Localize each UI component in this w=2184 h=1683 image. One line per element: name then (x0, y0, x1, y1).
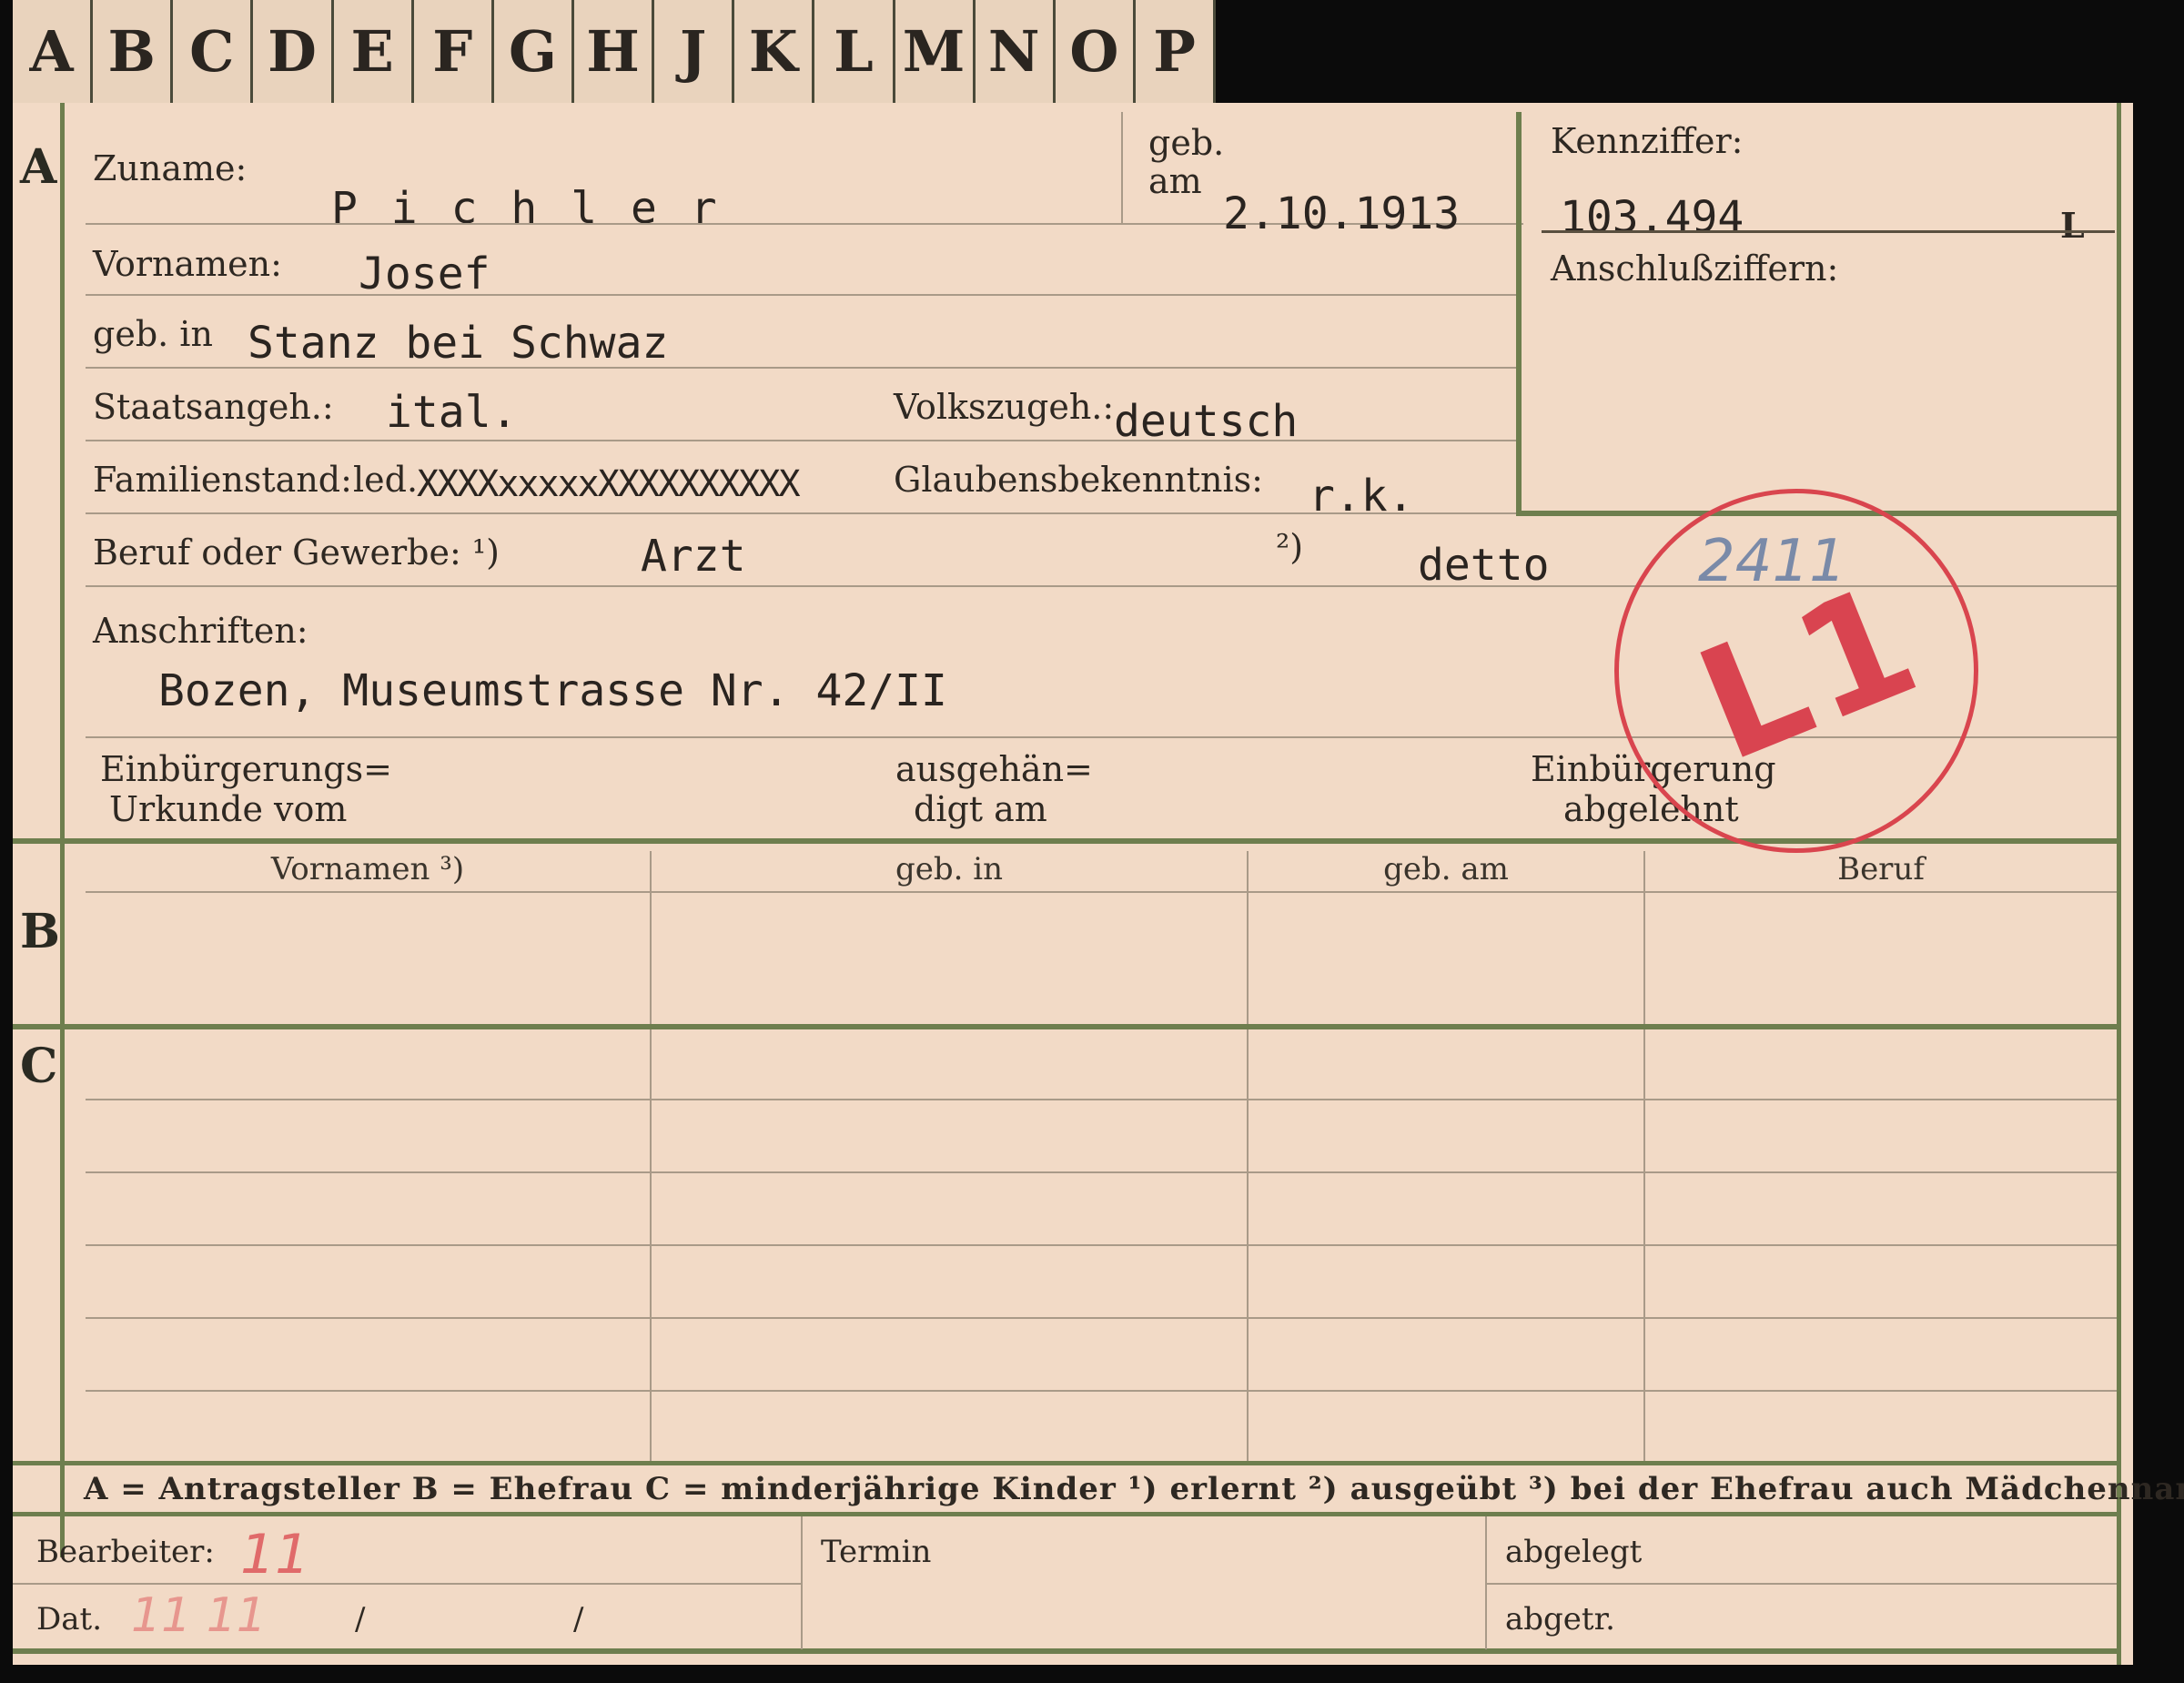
dat-scrawl: 11 11 (131, 1588, 267, 1643)
c-row-rule-3 (86, 1244, 2117, 1246)
geb-in-label: geb. in (93, 314, 213, 354)
kennziffer-label: Kennziffer: (1551, 121, 1744, 161)
kennziffer-suffix: L (2060, 205, 2085, 246)
section-mark-c: C (20, 1039, 58, 1094)
zuname-value: P i c h l e r (331, 183, 721, 234)
zuname-divider (1121, 112, 1123, 225)
anschrift-value: Bozen, Museumstrasse Nr. 42/II (158, 665, 947, 716)
tab-letter: D (253, 0, 334, 103)
abgetr-label: abgetr. (1505, 1601, 1615, 1637)
anschlussziffern-label: Anschlußziffern: (1551, 248, 1839, 289)
tab-letter: P (1136, 0, 1217, 103)
kennziffer-value: 103.494 (1560, 192, 1744, 243)
tab-letter: L (814, 0, 895, 103)
glaubensbekenntnis-label: Glaubensbekenntnis: (894, 460, 1263, 500)
footer-rule-left (13, 1583, 801, 1585)
beruf-1-value: Arzt (641, 531, 746, 582)
bearbeiter-scrawl: 11 (240, 1523, 310, 1587)
familienstand-prefix: led. (353, 460, 419, 500)
einbuergerung-label-2: Urkunde vom (109, 789, 348, 829)
frame-left-rule-a (60, 103, 65, 840)
section-b-bottom-rule (13, 1024, 2121, 1029)
dat-label: Dat. (36, 1601, 103, 1637)
kennziffer-box-left (1516, 112, 1522, 516)
tab-letter: A (13, 0, 94, 103)
vornamen-value: Josef (359, 248, 490, 299)
tab-letter: B (93, 0, 174, 103)
beruf-2-label: ²) (1276, 527, 1304, 567)
b-header-geb-am: geb. am (1383, 851, 1509, 887)
einbuergerung-label-1: Einbürgerungs= (100, 749, 392, 789)
c-row-rule-1 (86, 1099, 2117, 1100)
frame-right-rule (2117, 103, 2121, 1665)
b-header-rule (86, 891, 2117, 893)
registration-card: A Zuname: P i c h l e r geb. am 2.10.191… (13, 103, 2184, 1665)
termin-label: Termin (821, 1534, 932, 1570)
legend-bottom-rule (13, 1512, 2121, 1516)
staatsangeh-rule (86, 440, 1516, 441)
volkszugeh-label: Volkszugeh.: (894, 387, 1115, 427)
tab-letter: M (895, 0, 976, 103)
anschriften-label: Anschriften: (93, 611, 308, 651)
alphabet-tab-strip: ABCDEFGHJKLMNOP (13, 0, 1217, 106)
section-mark-b: B (20, 904, 60, 959)
geb-am-value: 2.10.1913 (1223, 188, 1461, 239)
tab-letter: E (334, 0, 414, 103)
footer-rule-right (1485, 1583, 2117, 1585)
pencil-note: 2411 (1698, 528, 1846, 595)
c-row-rule-2 (86, 1171, 2117, 1173)
c-row-rule-5 (86, 1390, 2117, 1392)
vornamen-label: Vornamen: (93, 244, 282, 284)
geb-in-value: Stanz bei Schwaz (248, 318, 669, 369)
footer-divider-1 (801, 1516, 803, 1649)
ausgehaendigt-label-1: ausgehän= (895, 749, 1093, 789)
geb-in-rule (86, 367, 1516, 369)
bearbeiter-label: Bearbeiter: (36, 1534, 215, 1570)
staatsangeh-value: ital. (386, 387, 518, 438)
geb-am-label-1: geb. (1148, 123, 1225, 163)
staatsangeh-label: Staatsangeh.: (93, 387, 334, 427)
dat-slash-1: / (355, 1601, 366, 1637)
tab-letter: J (654, 0, 735, 103)
card-bottom-rule (13, 1648, 2121, 1654)
ausgehaendigt-label-2: digt am (914, 789, 1047, 829)
familienstand-label: Familienstand: (93, 460, 352, 500)
beruf-2-value: detto (1418, 540, 1550, 591)
frame-left-rule-c (60, 1029, 65, 1557)
geb-am-label-2: am (1148, 161, 1202, 201)
familienstand-struck: XXXXxxxxxXXXXXXXXXX (417, 463, 801, 505)
section-mark-a: A (20, 139, 57, 195)
tab-letter: N (976, 0, 1056, 103)
abgelegt-label: abgelegt (1505, 1534, 1643, 1570)
familienstand-rule (86, 512, 1516, 514)
tab-letter: O (1056, 0, 1136, 103)
legend-text: A = Antragsteller B = Ehefrau C = minder… (84, 1471, 2184, 1507)
legend-top-rule (13, 1461, 2121, 1465)
tab-letter: G (494, 0, 574, 103)
beruf-label: Beruf oder Gewerbe: ¹) (93, 532, 500, 573)
b-header-beruf: Beruf (1837, 851, 1925, 887)
zuname-label: Zuname: (93, 148, 248, 188)
dat-slash-2: / (573, 1601, 584, 1637)
tab-letter: K (734, 0, 815, 103)
vornamen-rule (86, 294, 1516, 296)
c-row-rule-4 (86, 1317, 2117, 1319)
tab-letter: F (414, 0, 494, 103)
tab-letter: C (173, 0, 254, 103)
kennziffer-rule (1542, 230, 2115, 233)
frame-left-rule-b (60, 844, 65, 1026)
tab-letter: H (574, 0, 655, 103)
b-header-vornamen: Vornamen ³) (270, 851, 465, 887)
b-header-geb-in: geb. in (895, 851, 1004, 887)
